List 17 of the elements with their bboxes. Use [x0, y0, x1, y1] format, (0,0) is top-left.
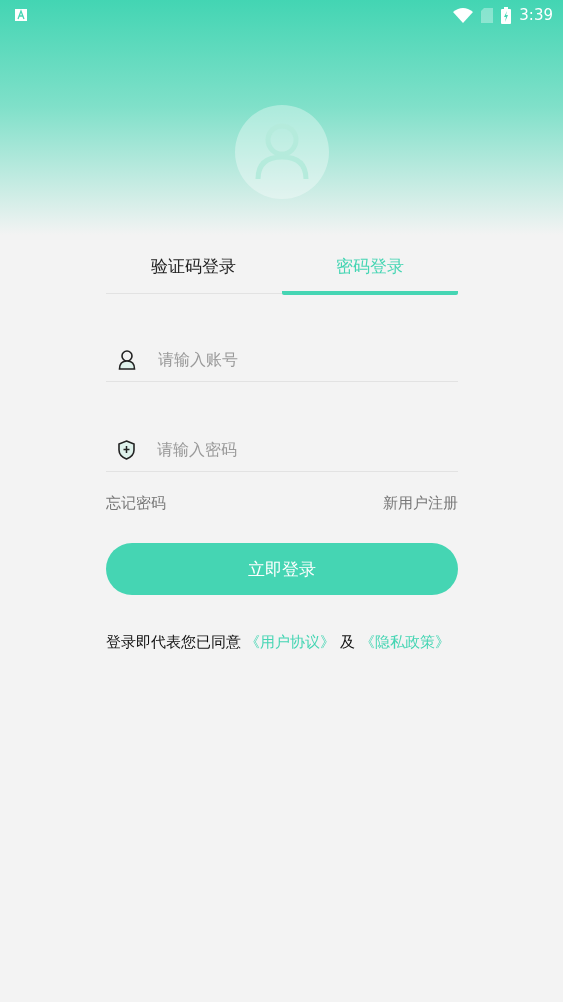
account-field[interactable]: 请输入账号: [155, 349, 458, 370]
user-icon: [117, 349, 136, 370]
no-sim-icon: [481, 7, 494, 23]
user-agreement-link[interactable]: 《用户协议》: [245, 633, 336, 651]
login-button[interactable]: 立即登录: [105, 543, 458, 595]
forgot-password-link[interactable]: 忘记密码: [105, 494, 166, 513]
agreement-text: 登录即代表您已同意 《用户协议》 及 《隐私政策》: [105, 633, 451, 652]
wifi-icon: [453, 7, 474, 23]
login-tab[interactable]: 密码登录: [281, 247, 458, 295]
register-link[interactable]: 新用户注册: [382, 494, 458, 513]
status-time: 3:39: [519, 6, 553, 24]
privacy-policy-link[interactable]: 《隐私政策》: [359, 633, 450, 651]
keyboard-icon: [15, 9, 27, 21]
login-tab[interactable]: 验证码登录: [105, 247, 282, 295]
shield-icon: [117, 439, 135, 460]
battery-icon: [501, 6, 512, 24]
password-field[interactable]: 请输入密码: [154, 439, 458, 460]
